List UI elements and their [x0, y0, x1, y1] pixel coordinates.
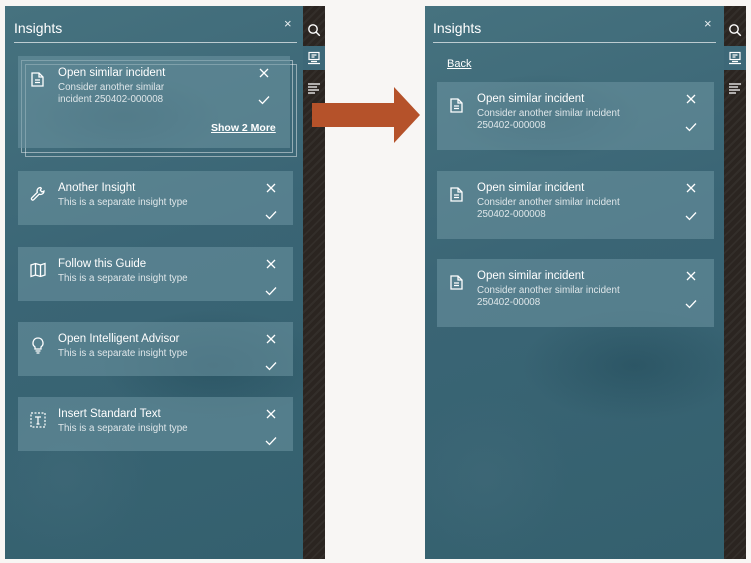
dismiss-icon[interactable] [265, 181, 277, 193]
insights-icon[interactable] [724, 46, 746, 70]
search-icon[interactable] [303, 18, 325, 42]
panel-title: Insights [14, 20, 63, 36]
accept-check-icon[interactable] [265, 358, 277, 371]
accept-check-icon[interactable] [685, 296, 697, 309]
list-icon[interactable] [724, 76, 746, 100]
card-title: Open similar incident [477, 93, 585, 105]
insights-panel-expanded: Insights × Back Open similar incident Co… [425, 6, 724, 559]
accept-check-icon[interactable] [685, 208, 697, 221]
card-title: Another Insight [58, 182, 136, 194]
side-rail [724, 6, 746, 559]
document-icon [448, 273, 466, 291]
insight-card[interactable]: Follow this Guide This is a separate ins… [18, 247, 293, 301]
insight-card[interactable]: Insert Standard Text This is a separate … [18, 397, 293, 451]
search-icon[interactable] [724, 18, 746, 42]
show-more-link[interactable]: Show 2 More [211, 122, 276, 134]
wrench-icon [29, 185, 47, 203]
insight-card[interactable]: Open similar incident Consider another s… [437, 171, 714, 239]
accept-check-icon[interactable] [265, 207, 277, 220]
document-icon [448, 185, 466, 203]
card-title: Open similar incident [477, 270, 585, 282]
dismiss-icon[interactable] [685, 92, 697, 104]
insight-card[interactable]: Open Intelligent Advisor This is a separ… [18, 322, 293, 376]
map-icon [29, 261, 47, 279]
dismiss-icon[interactable] [685, 269, 697, 281]
card-title: Open similar incident [477, 182, 585, 194]
card-description: Consider another similar incident 250402… [58, 82, 165, 105]
card-title: Follow this Guide [58, 258, 147, 270]
dismiss-icon[interactable] [265, 407, 277, 419]
insight-card[interactable]: Open similar incident Consider another s… [437, 82, 714, 150]
title-divider [433, 42, 716, 43]
card-description: Consider another similar incident 250402… [477, 108, 620, 131]
dismiss-icon[interactable] [265, 332, 277, 344]
accept-check-icon[interactable] [265, 433, 277, 446]
card-description: This is a separate insight type [58, 423, 188, 434]
accept-check-icon[interactable] [258, 92, 270, 105]
card-description: Consider another similar incident 250402… [477, 197, 620, 220]
insights-icon[interactable] [303, 46, 325, 70]
card-title: Insert Standard Text [58, 408, 161, 420]
panel-close-button[interactable]: × [704, 17, 712, 31]
title-divider [14, 42, 297, 43]
insight-card[interactable]: Another Insight This is a separate insig… [18, 171, 293, 225]
card-title: Open similar incident [58, 67, 166, 79]
document-icon [448, 96, 466, 114]
lightbulb-icon [29, 336, 47, 354]
dismiss-icon[interactable] [265, 257, 277, 269]
dismiss-icon[interactable] [685, 181, 697, 193]
card-description: Consider another similar incident 250402… [477, 285, 620, 308]
insight-card[interactable]: Open similar incident Consider another s… [437, 259, 714, 327]
back-link[interactable]: Back [447, 58, 471, 70]
dismiss-icon[interactable] [258, 66, 270, 78]
panel-title: Insights [433, 20, 482, 36]
card-description: This is a separate insight type [58, 273, 188, 284]
transition-arrow-icon [312, 87, 420, 143]
insights-panel-collapsed: Insights × Open similar incident Conside… [5, 6, 303, 559]
document-icon [29, 70, 47, 88]
accept-check-icon[interactable] [685, 119, 697, 132]
accept-check-icon[interactable] [265, 283, 277, 296]
card-title: Open Intelligent Advisor [58, 333, 180, 345]
panel-close-button[interactable]: × [284, 17, 292, 31]
insight-card-stacked[interactable]: Open similar incident Consider another s… [18, 56, 290, 148]
insert-text-icon [29, 411, 47, 429]
card-description: This is a separate insight type [58, 348, 188, 359]
card-description: This is a separate insight type [58, 197, 188, 208]
